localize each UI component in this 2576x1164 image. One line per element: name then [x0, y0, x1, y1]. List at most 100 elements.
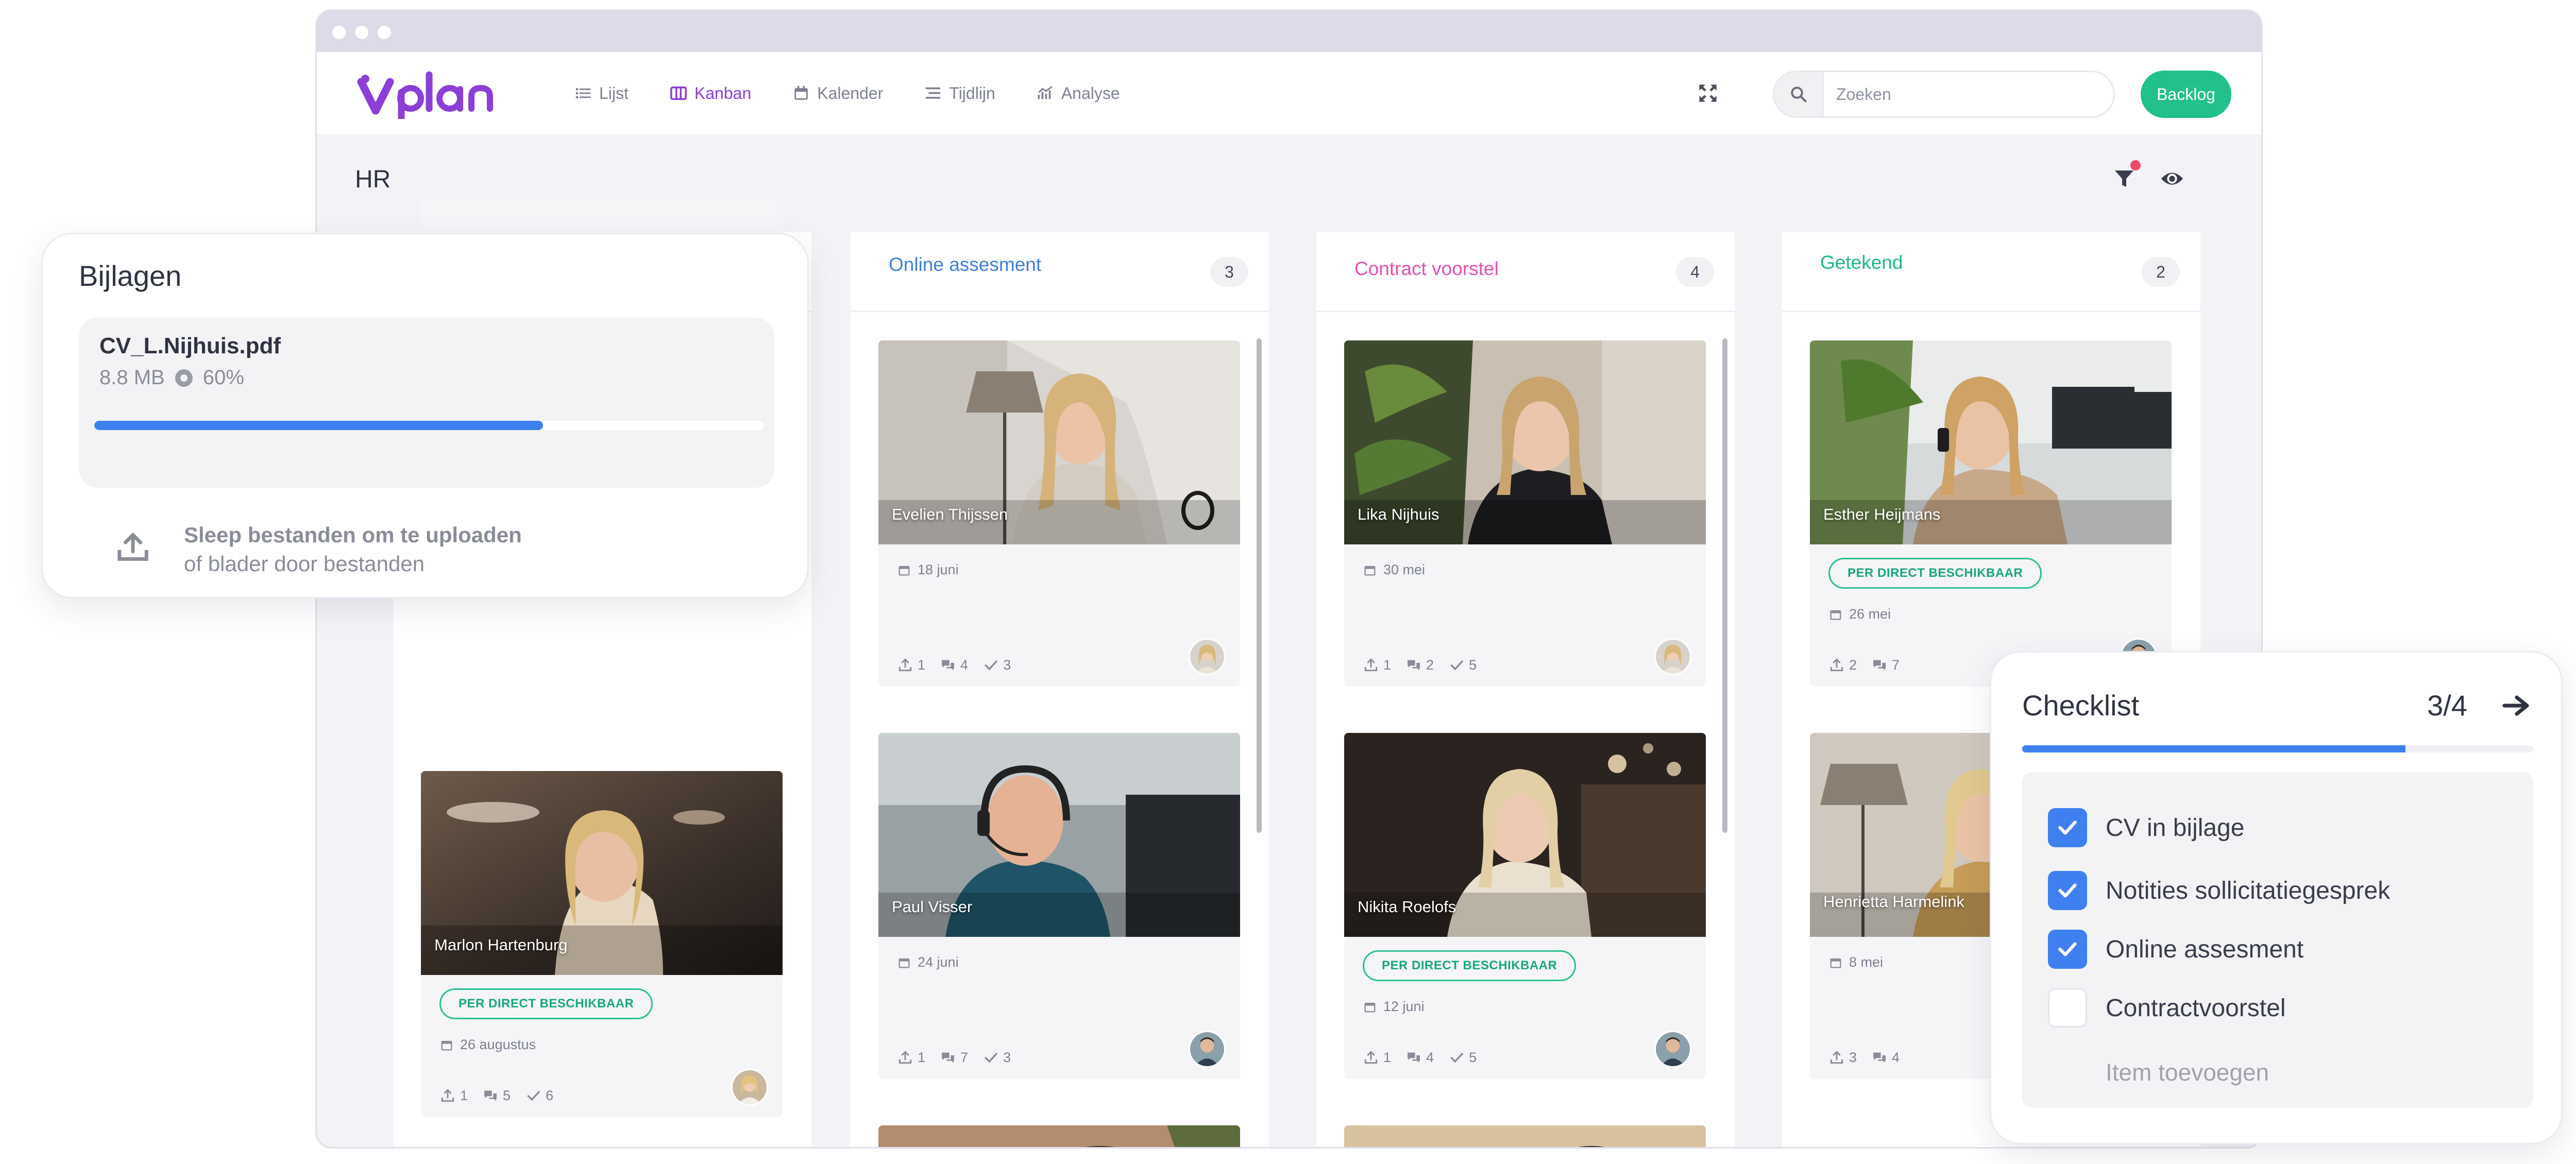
vplan-logo[interactable] — [357, 67, 501, 119]
filter-icon[interactable] — [2112, 166, 2137, 191]
stat-value: 1 — [918, 1049, 926, 1065]
tasks-count: 3 — [982, 1049, 1011, 1066]
app-header: Lijst Kanban Kalender Tijdlijn Analyse Z… — [317, 52, 2261, 134]
candidate-card[interactable]: Marlon Hartenburg PER DIRECT BESCHIKBAAR… — [421, 771, 783, 1117]
comments-icon — [1873, 660, 1886, 671]
calendar-icon — [899, 566, 910, 575]
attachment-file[interactable]: CV_L.Nijhuis.pdf 8.8 MB 60% — [79, 318, 774, 488]
candidate-card[interactable]: Lika Nijhuis 30 mei 1 2 5 — [1344, 340, 1706, 687]
stat-value: 3 — [1003, 1049, 1011, 1065]
comments-icon — [1873, 1052, 1886, 1063]
arrow-right-icon[interactable] — [2502, 694, 2531, 717]
backlog-button[interactable]: Backlog — [2141, 71, 2231, 118]
column-scrollbar[interactable] — [1722, 338, 1727, 833]
comments-count: 4 — [1871, 1049, 1900, 1066]
column-title: Contract voorstel — [1354, 258, 1499, 279]
candidate-name: Lika Nijhuis — [1358, 505, 1439, 523]
checkbox-checked[interactable] — [2048, 871, 2087, 910]
fullscreen-icon[interactable] — [1698, 83, 1718, 104]
stat-value: 4 — [1426, 1049, 1434, 1065]
eye-icon[interactable] — [2160, 168, 2184, 189]
card-date: 18 juni — [897, 562, 959, 578]
dropzone-text[interactable]: Sleep bestanden om te uploaden — [184, 523, 522, 547]
nav-kanban[interactable]: Kanban — [659, 77, 761, 110]
comments-count: 2 — [1405, 657, 1434, 673]
filter-active-badge — [2130, 160, 2141, 170]
nav-analyse[interactable]: Analyse — [1026, 77, 1130, 110]
stat-value: 1 — [1383, 657, 1392, 673]
candidate-card[interactable]: Esther Heijmans PER DIRECT BESCHIKBAAR 2… — [1810, 340, 2172, 687]
candidate-card-partial[interactable] — [1344, 1125, 1706, 1147]
attachments-count: 1 — [897, 1049, 925, 1066]
date-text: 26 mei — [1849, 606, 1891, 622]
checklist-count: 3/4 — [2427, 689, 2467, 722]
candidate-card[interactable]: Paul Visser 24 juni 1 7 3 — [878, 733, 1240, 1079]
window-dot-minimize[interactable] — [355, 26, 368, 39]
checkbox-checked[interactable] — [2048, 930, 2087, 969]
card-date: 26 augustus — [439, 1037, 536, 1053]
checklist-item[interactable]: CV in bijlage — [2048, 808, 2244, 847]
assignee-avatar[interactable] — [1189, 638, 1226, 675]
search-icon[interactable] — [1774, 72, 1824, 116]
stat-value: 2 — [1426, 657, 1434, 673]
checkbox-checked[interactable] — [2048, 808, 2087, 847]
check-icon — [527, 1090, 540, 1101]
add-checklist-item[interactable]: Item toevoegen — [2106, 1058, 2269, 1086]
stat-value: 7 — [1892, 657, 1900, 673]
upload-icon — [441, 1089, 454, 1102]
column-header: Contract voorstel 4 — [1316, 232, 1735, 312]
comments-count: 7 — [940, 1049, 968, 1066]
nav-tijdlijn[interactable]: Tijdlijn — [914, 77, 1006, 110]
title-bar — [317, 11, 2261, 52]
list-icon — [575, 88, 591, 98]
stat-value: 7 — [960, 1049, 969, 1065]
progress-ring-icon — [175, 369, 193, 387]
window-dot-maximize[interactable] — [378, 26, 391, 39]
column-scrollbar[interactable] — [1257, 338, 1262, 833]
search-input[interactable] — [1826, 72, 2104, 116]
nav-kalender[interactable]: Kalender — [782, 77, 893, 110]
nav-label: Lijst — [599, 83, 629, 102]
kanban-column-online-assesment: Online assesment 3 Evelien Thijssen 18 j… — [851, 232, 1269, 1147]
candidate-photo: Lika Nijhuis — [1344, 340, 1706, 544]
checklist-item[interactable]: Online assesment — [2048, 930, 2303, 969]
assignee-avatar[interactable] — [1654, 1031, 1691, 1068]
card-date: 8 mei — [1828, 954, 1883, 970]
candidate-card[interactable]: Evelien Thijssen 18 juni 1 4 3 — [878, 340, 1240, 687]
view-navigation: Lijst Kanban Kalender Tijdlijn Analyse — [564, 52, 1130, 134]
comments-icon — [484, 1090, 497, 1101]
stat-value: 1 — [1383, 1049, 1392, 1065]
candidate-card-partial[interactable] — [878, 1125, 1240, 1147]
upload-icon — [899, 658, 912, 672]
candidate-photo: Paul Visser — [878, 733, 1240, 937]
check-icon — [1450, 660, 1464, 671]
calendar-icon — [899, 958, 910, 968]
assignee-avatar[interactable] — [1654, 638, 1691, 675]
check-icon — [1450, 1052, 1464, 1063]
availability-badge: PER DIRECT BESCHIKBAAR — [1828, 558, 2042, 589]
stat-value: 4 — [1892, 1049, 1900, 1065]
card-stats: 3 4 — [1828, 1049, 1900, 1066]
file-meta: 8.8 MB 60% — [99, 366, 244, 389]
browse-files-link[interactable]: of blader door bestanden — [184, 552, 425, 576]
card-stats: 1 4 3 — [897, 657, 1011, 673]
assignee-avatar[interactable] — [731, 1069, 768, 1106]
candidate-card[interactable]: Nikita Roelofs PER DIRECT BESCHIKBAAR 12… — [1344, 733, 1706, 1079]
attachments-count: 3 — [1828, 1049, 1857, 1066]
board-title: HR — [355, 166, 391, 193]
file-name: CV_L.Nijhuis.pdf — [99, 333, 281, 358]
checkmark-icon — [2058, 820, 2077, 835]
assignee-avatar[interactable] — [1189, 1031, 1226, 1068]
tasks-count: 3 — [982, 657, 1011, 673]
card-date: 24 juni — [897, 954, 959, 970]
checklist-item[interactable]: Notities sollicitatiegesprek — [2048, 871, 2390, 910]
upload-icon[interactable] — [115, 529, 151, 565]
timeline-icon — [926, 87, 941, 99]
checkbox-unchecked[interactable] — [2048, 988, 2087, 1028]
window-dot-close[interactable] — [332, 26, 346, 39]
checklist-item[interactable]: Contractvoorstel — [2048, 988, 2285, 1028]
upload-progress-fill — [94, 421, 543, 430]
calendar-icon — [1830, 610, 1841, 620]
nav-lijst[interactable]: Lijst — [564, 77, 639, 110]
upload-icon — [1364, 1051, 1378, 1064]
